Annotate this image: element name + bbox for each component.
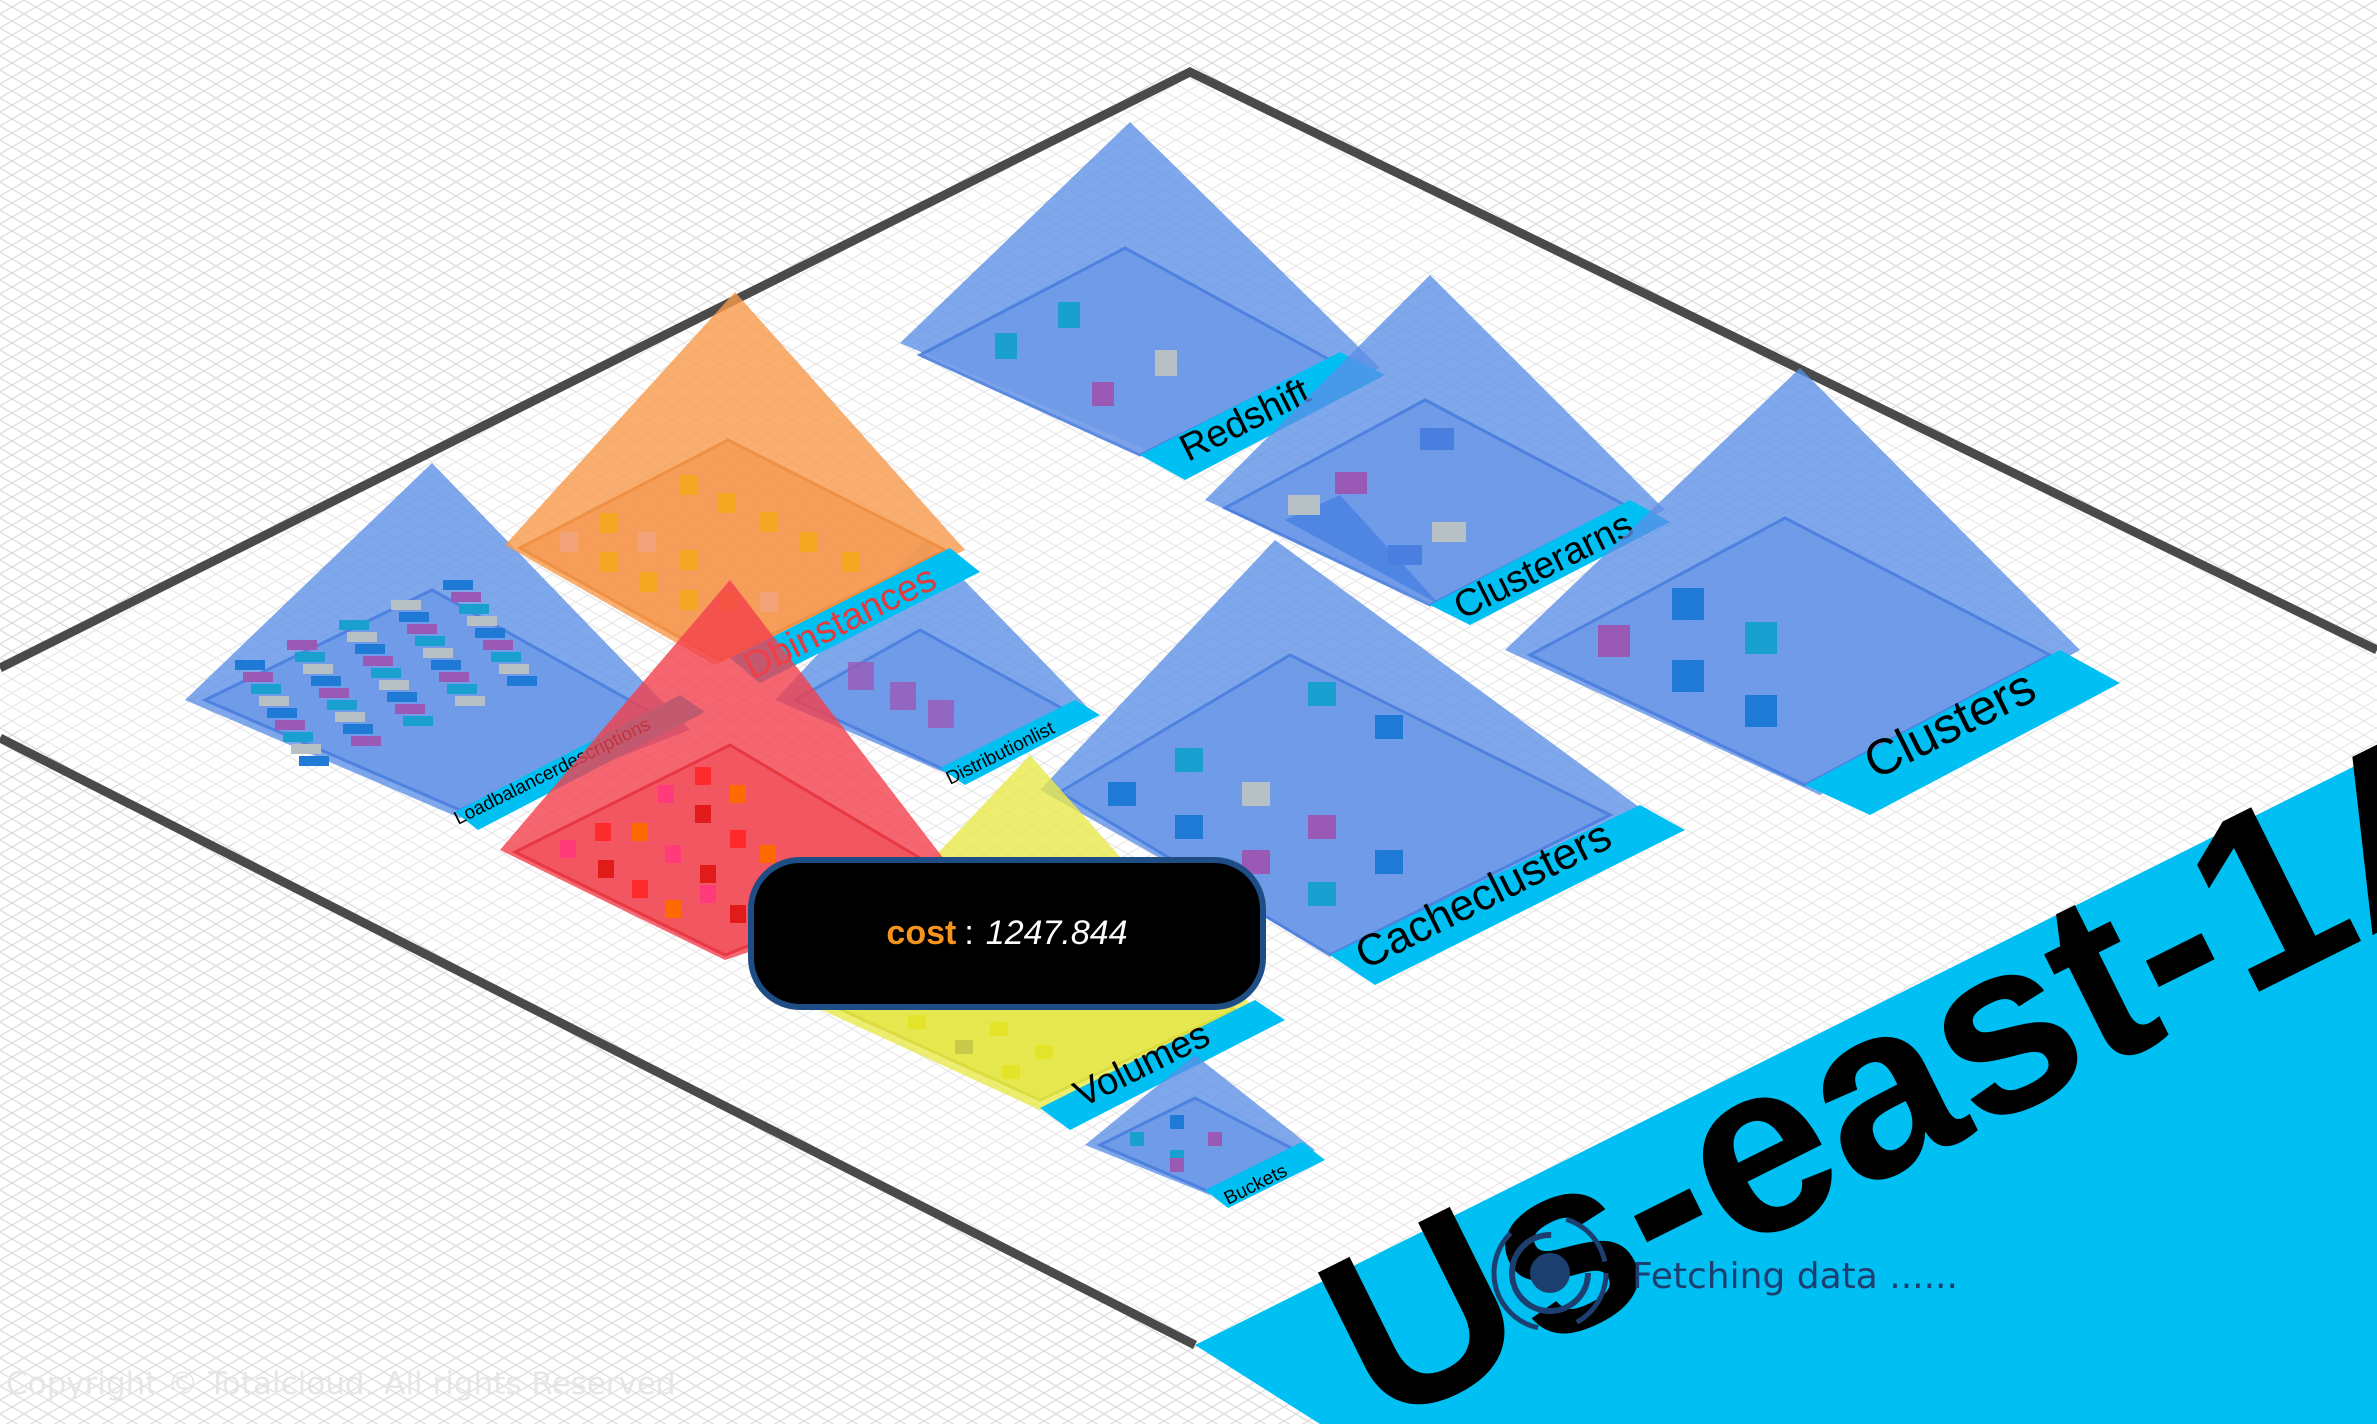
footer-copyright: Copyright © Totalcloud. All rights Reser… [6, 1366, 676, 1402]
isometric-scene[interactable]: Us-east-1A Redshift Clusterarns Clusters [0, 0, 2377, 1424]
resource-cube[interactable] [283, 732, 313, 742]
resource-cube[interactable] [243, 672, 273, 682]
resource-cube[interactable] [275, 720, 305, 730]
resource-cube[interactable] [499, 664, 529, 674]
resource-cube[interactable] [730, 830, 746, 848]
resource-cube[interactable] [335, 712, 365, 722]
resource-cube[interactable] [640, 572, 658, 592]
resource-cube[interactable] [431, 660, 461, 670]
resource-cube[interactable] [730, 905, 746, 923]
resource-cube[interactable] [327, 700, 357, 710]
resource-cube[interactable] [343, 724, 373, 734]
tooltip-value: 1247.844 [985, 914, 1128, 952]
cost-tooltip: cost : 1247.844 [748, 857, 1266, 1010]
resource-cube[interactable] [730, 785, 746, 803]
resource-cube[interactable] [267, 708, 297, 718]
resource-cube[interactable] [665, 845, 681, 863]
resource-cube[interactable] [700, 865, 716, 883]
resource-cube[interactable] [339, 620, 369, 630]
resource-cube[interactable] [259, 696, 289, 706]
resource-cube[interactable] [387, 692, 417, 702]
resource-cube[interactable] [311, 676, 341, 686]
resource-cube[interactable] [371, 668, 401, 678]
resource-cube[interactable] [291, 744, 321, 754]
resource-cube[interactable] [842, 552, 860, 572]
resource-cube[interactable] [467, 616, 497, 626]
resource-cube[interactable] [760, 592, 778, 612]
resource-cube[interactable] [475, 628, 505, 638]
resource-cube[interactable] [447, 684, 477, 694]
resource-cube[interactable] [391, 600, 421, 610]
resource-cube[interactable] [600, 552, 618, 572]
resource-cube[interactable] [407, 624, 437, 634]
resource-cube[interactable] [351, 736, 381, 746]
resource-cube[interactable] [355, 644, 385, 654]
resource-cube[interactable] [399, 612, 429, 622]
resource-cube[interactable] [287, 640, 317, 650]
resource-cube[interactable] [507, 676, 537, 686]
resource-cube[interactable] [379, 680, 409, 690]
resource-cube[interactable] [700, 885, 716, 903]
resource-cube[interactable] [800, 532, 818, 552]
resource-cube[interactable] [695, 805, 711, 823]
resource-cube[interactable] [483, 640, 513, 650]
resource-cube[interactable] [443, 580, 473, 590]
resource-cube[interactable] [595, 823, 611, 841]
resource-cube[interactable] [632, 880, 648, 898]
resource-cube[interactable] [638, 532, 656, 552]
fetching-status: Fetching data ...... [1632, 1256, 1958, 1297]
resource-cube[interactable] [363, 656, 393, 666]
resource-cube[interactable] [718, 493, 736, 513]
resource-cube[interactable] [491, 652, 521, 662]
resource-cube[interactable] [658, 785, 674, 803]
resource-cube[interactable] [347, 632, 377, 642]
resource-cube[interactable] [251, 684, 281, 694]
resource-cube[interactable] [319, 688, 349, 698]
resource-cube[interactable] [459, 604, 489, 614]
resource-cube[interactable] [299, 756, 329, 766]
resource-cube[interactable] [760, 512, 778, 532]
tooltip-separator: : [964, 914, 974, 952]
resource-cube[interactable] [295, 652, 325, 662]
resource-cube[interactable] [695, 767, 711, 785]
resource-cube[interactable] [598, 860, 614, 878]
resource-cube[interactable] [395, 704, 425, 714]
resource-cube[interactable] [560, 532, 578, 552]
resource-cube[interactable] [632, 823, 648, 841]
resource-cube[interactable] [423, 648, 453, 658]
resource-cube[interactable] [600, 513, 618, 533]
resource-cube[interactable] [455, 696, 485, 706]
resource-cube[interactable] [415, 636, 445, 646]
resource-cube[interactable] [680, 590, 698, 610]
loading-spinner-icon [1491, 1214, 1609, 1332]
resource-cube[interactable] [560, 840, 576, 858]
resource-cube[interactable] [303, 664, 333, 674]
resource-cube[interactable] [439, 672, 469, 682]
resource-cube[interactable] [235, 660, 265, 670]
resource-cube[interactable] [680, 475, 698, 495]
resource-cube[interactable] [665, 900, 681, 918]
tooltip-key: cost [886, 914, 957, 952]
resource-cube[interactable] [451, 592, 481, 602]
resource-cube[interactable] [680, 550, 698, 570]
resource-cube[interactable] [403, 716, 433, 726]
resource-cube[interactable] [760, 845, 776, 863]
